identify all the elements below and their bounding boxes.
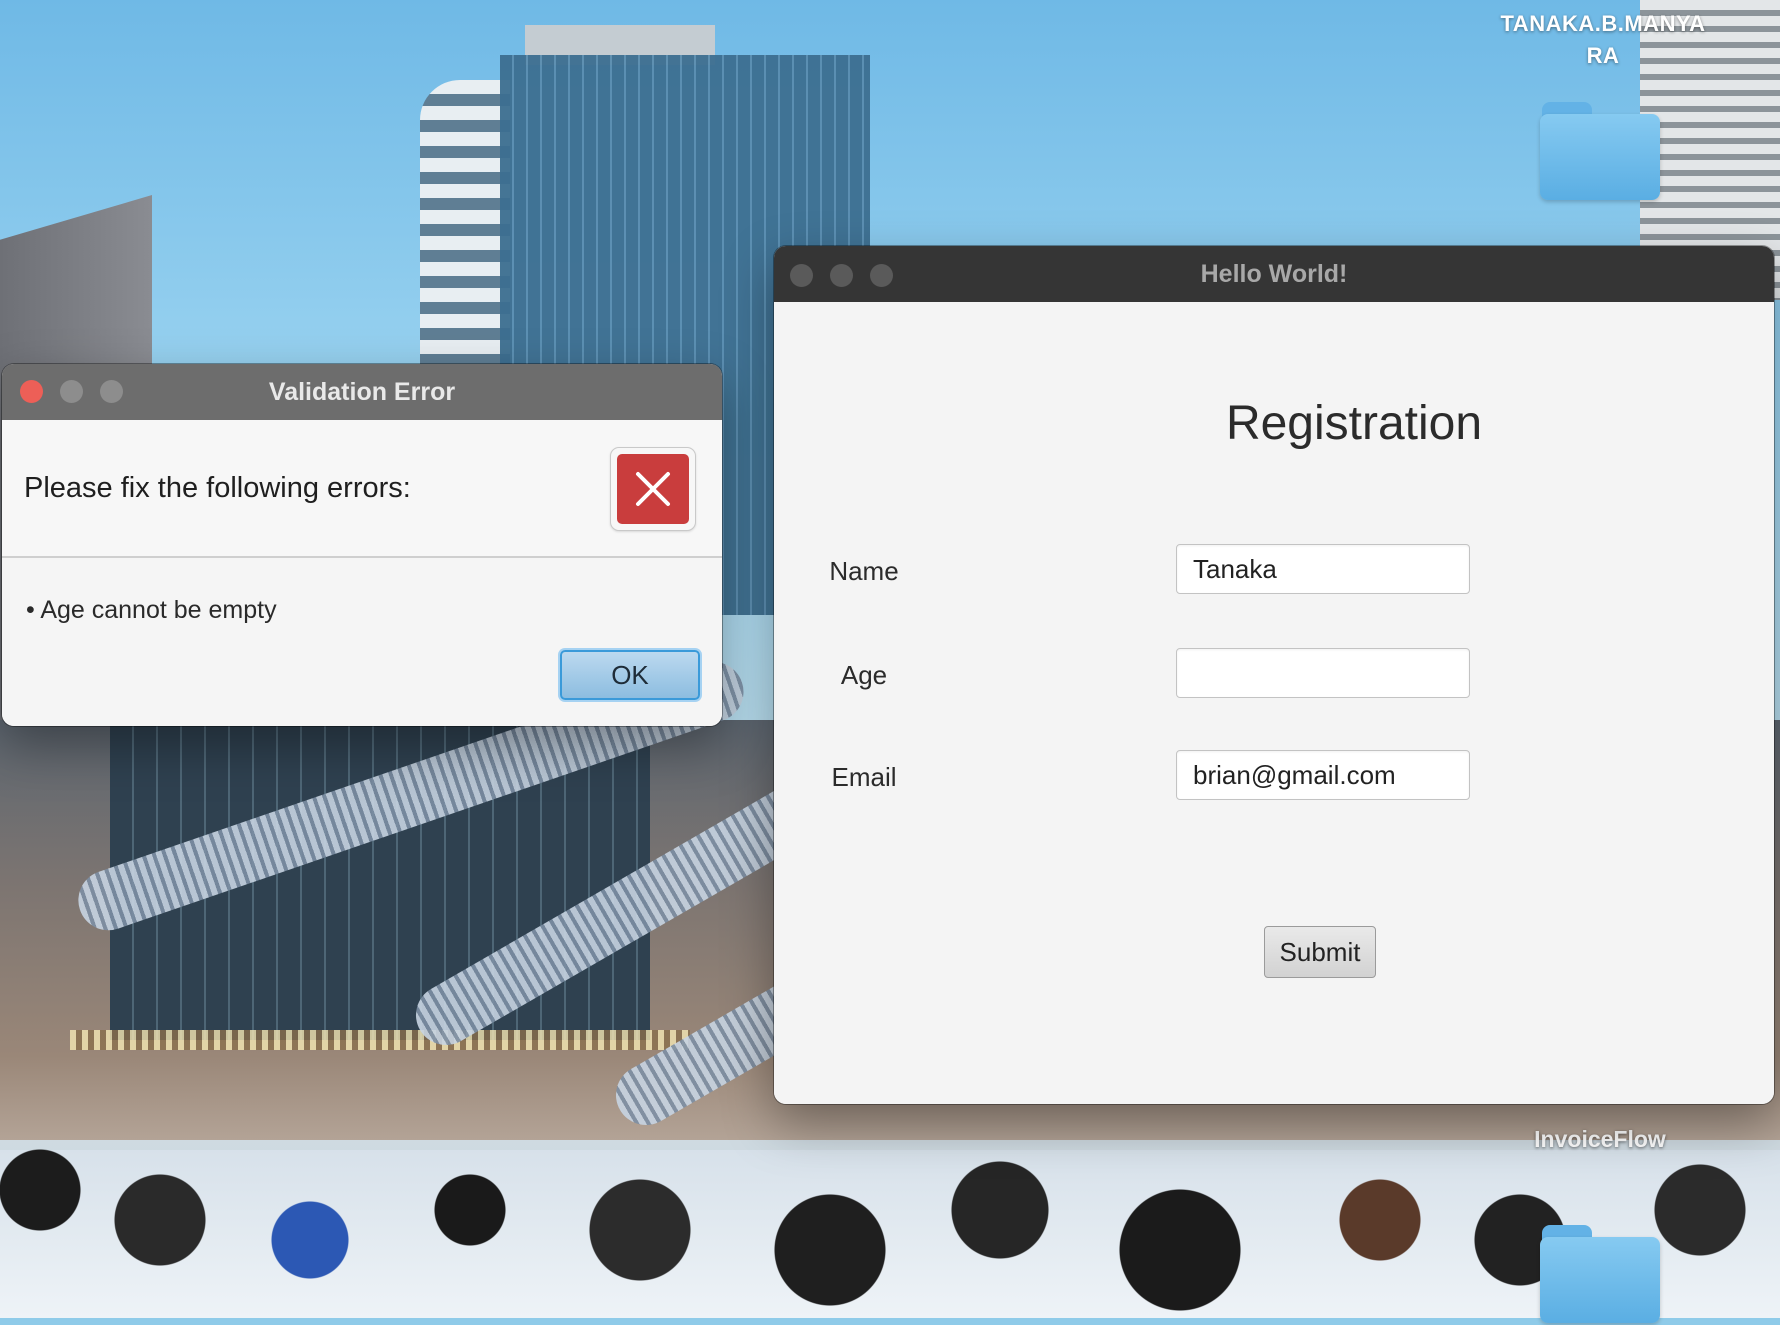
desktop-icon-label-invoiceflow[interactable]: InvoiceFlow	[1490, 1126, 1710, 1153]
age-field[interactable]	[1176, 648, 1470, 698]
close-button[interactable]	[20, 380, 43, 403]
name-label: Name	[829, 556, 899, 586]
email-label: Email	[831, 762, 897, 792]
skaters-crowd	[0, 1130, 1780, 1318]
submit-button[interactable]: Submit	[1264, 926, 1376, 978]
name-field[interactable]: Tanaka	[1176, 544, 1470, 594]
desktop-user-label[interactable]: TANAKA.B.MANYA RA	[1478, 8, 1728, 72]
window-controls	[20, 380, 123, 403]
close-button[interactable]	[790, 264, 813, 287]
dialog-title: Validation Error	[268, 378, 456, 406]
error-icon-frame	[610, 447, 696, 531]
zoom-button[interactable]	[870, 264, 893, 287]
window-controls	[790, 264, 893, 287]
window-title: Hello World!	[1200, 260, 1348, 288]
folder-icon[interactable]	[1540, 1225, 1660, 1325]
folder-icon[interactable]	[1540, 102, 1660, 202]
dialog-titlebar[interactable]: Validation Error	[2, 364, 722, 420]
ok-button[interactable]: OK	[560, 650, 700, 700]
dialog-body: • Age cannot be empty OK	[2, 558, 722, 726]
minimize-button[interactable]	[830, 264, 853, 287]
age-label: Age	[840, 660, 888, 690]
window-titlebar[interactable]: Hello World!	[774, 246, 1774, 302]
dialog-message: Please fix the following errors:	[24, 472, 411, 504]
string-lights	[70, 1030, 690, 1050]
page-title: Registration	[1225, 397, 1483, 450]
minimize-button[interactable]	[60, 380, 83, 403]
error-x-icon	[617, 454, 689, 524]
validation-error-dialog: Validation Error Please fix the followin…	[2, 364, 722, 726]
error-list-item: • Age cannot be empty	[26, 596, 277, 624]
zoom-button[interactable]	[100, 380, 123, 403]
email-field[interactable]: brian@gmail.com	[1176, 750, 1470, 800]
